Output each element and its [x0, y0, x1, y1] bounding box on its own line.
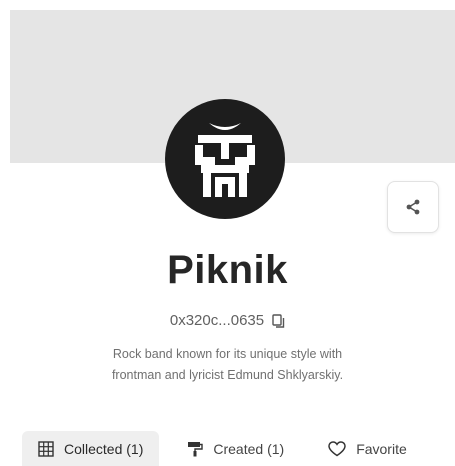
copy-icon[interactable]	[272, 314, 285, 328]
tab-label: Collected (1)	[64, 440, 144, 457]
wallet-address: 0x320c...0635	[0, 311, 455, 331]
wallet-address-text: 0x320c...0635	[169, 312, 265, 329]
share-icon	[406, 199, 420, 215]
share-button[interactable]	[387, 181, 439, 233]
profile-bio: Rock band known for its unique style wit…	[60, 344, 395, 386]
heart-icon	[328, 440, 346, 456]
paint-roller-icon	[188, 441, 204, 456]
bio-line: Rock band known for its unique style wit…	[112, 347, 343, 361]
profile-name: Piknik	[167, 248, 288, 292]
tab-label: Created (1)	[213, 440, 285, 457]
tab-favorite[interactable]: Favorite	[312, 431, 423, 466]
bio-line: frontman and lyricist Edmund Shklyarskiy…	[111, 368, 344, 382]
grid-icon	[38, 440, 54, 457]
profile-tabs: Collected (1) Created (1) Favorite	[22, 431, 423, 466]
avatar	[165, 99, 285, 219]
tab-label: Favorite	[356, 440, 407, 457]
tab-collected[interactable]: Collected (1)	[22, 431, 160, 466]
band-logo-icon	[195, 123, 255, 197]
profile-page: Piknik 0x320c...0635 Rock band known for…	[0, 0, 455, 466]
tab-created[interactable]: Created (1)	[171, 431, 300, 466]
